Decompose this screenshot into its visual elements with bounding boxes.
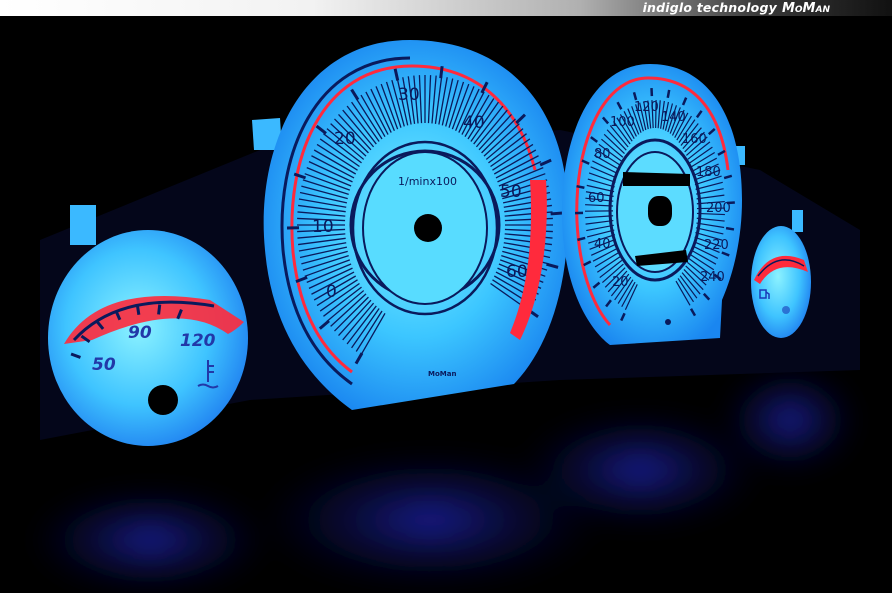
brand-logo: MoMan — [781, 1, 830, 16]
speed-label-140: 140 — [661, 110, 686, 125]
temperature-tick — [157, 304, 162, 315]
tach-label-40: 40 — [463, 113, 485, 133]
temperature-label-50: 50 — [92, 355, 116, 375]
speed-label-100: 100 — [610, 115, 635, 130]
speedometer-major-tick — [725, 226, 735, 231]
tachometer-major-tick — [439, 66, 444, 79]
speed-label-240: 240 — [700, 270, 725, 285]
speed-label-40: 40 — [594, 237, 611, 252]
tachometer-gauge: 1/minx100 MoMan 0 10 20 30 40 50 60 — [263, 40, 568, 410]
temperature-tick — [135, 304, 141, 315]
tachometer-unit: 1/minx100 — [398, 175, 457, 188]
speedometer-reset-dot — [665, 319, 671, 325]
speedometer-major-tick — [666, 89, 671, 99]
speedometer-gauge: 20 40 60 80 100 120 140 160 180 200 220 … — [561, 64, 742, 345]
temperature-label-90: 90 — [128, 323, 152, 343]
speedometer-major-tick — [576, 184, 585, 189]
header-banner: indiglo technology MoMan — [0, 0, 892, 16]
fuel-pivot — [782, 306, 790, 314]
speed-label-20: 20 — [612, 275, 629, 290]
tachometer-maker-mark: MoMan — [428, 370, 456, 378]
speed-label-180: 180 — [696, 165, 721, 180]
tachometer-pivot-hole — [414, 214, 442, 242]
speed-label-80: 80 — [594, 147, 611, 162]
brand-tagline: indiglo technology MoMan — [643, 0, 830, 17]
tach-label-0: 0 — [326, 282, 337, 302]
speed-label-120: 120 — [634, 100, 659, 115]
temperature-label-120: 120 — [180, 331, 216, 351]
tachometer-major-tick — [550, 211, 563, 216]
tach-label-60: 60 — [506, 262, 528, 282]
speed-label-220: 220 — [704, 238, 729, 253]
tach-label-10: 10 — [312, 217, 334, 237]
tach-label-20: 20 — [334, 129, 356, 149]
speed-label-200: 200 — [706, 201, 731, 216]
speed-label-160: 160 — [682, 132, 707, 147]
temperature-pivot-hole — [148, 385, 178, 415]
tagline-text: indiglo technology — [642, 0, 777, 15]
speed-label-60: 60 — [588, 191, 605, 206]
instrument-cluster: 50 90 120 1/minx100 MoMan 0 10 20 30 40 … — [30, 40, 860, 593]
temperature-gauge: 50 90 120 — [48, 230, 248, 446]
fuel-gauge — [751, 226, 811, 338]
tach-label-50: 50 — [500, 182, 522, 202]
tach-label-30: 30 — [398, 85, 420, 105]
